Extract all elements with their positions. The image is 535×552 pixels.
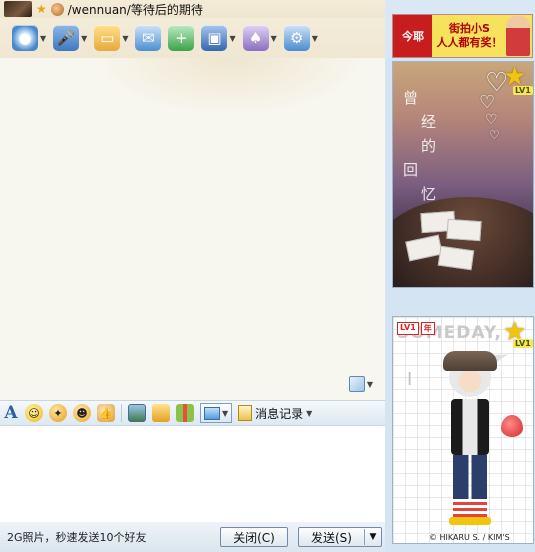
qqshow-poem: 曾 经 的 回 忆 [403,86,443,206]
send-options-chevron-icon[interactable]: ▼ [365,532,381,542]
chevron-down-icon[interactable]: ▼ [229,34,235,43]
font-icon[interactable]: A [3,403,19,423]
ad-text: 街拍小S 人人都有奖！ [433,22,506,50]
voice-call-button[interactable]: 🎤 ▼ [51,22,89,54]
bottom-bar: 2G照片，秒速发送10个好友 关闭(C) 发送(S) ▼ [0,522,385,552]
chevron-down-icon[interactable]: ▼ [312,34,318,43]
contact-avatar[interactable] [4,1,32,17]
close-button[interactable]: 关闭(C) [220,527,288,547]
chevron-down-icon[interactable]: ▼ [40,34,46,43]
ad-logo: 今耶 [402,30,424,43]
chevron-down-icon[interactable]: ▼ [122,34,128,43]
chevron-down-icon[interactable]: ▼ [367,380,373,389]
music-icon[interactable] [152,404,170,422]
poem-char: 曾 [403,89,419,107]
qqshow-card [446,218,482,242]
avatar-figure-hat [443,351,497,371]
message-history-button[interactable]: 消息记录 ▼ [238,405,312,422]
history-icon [238,405,253,421]
heart-icon: ♡ [479,92,496,113]
strawberry-icon [501,415,523,437]
send-button[interactable]: 发送(S) ▼ [298,527,382,547]
ad-banner[interactable]: 今耶 街拍小S 人人都有奖！ [392,14,533,58]
folder-icon: ▭ [94,25,121,51]
screenshot-button[interactable]: ▼ [200,403,233,423]
poem-char: 的 [421,137,437,155]
star-icon: ★ [36,2,47,16]
heart-icon: ♡ [485,112,498,128]
toolbar-divider [121,404,122,422]
qqshow-text: I [407,369,413,390]
chevron-down-icon[interactable]: ▼ [222,409,228,418]
avatar-figure-shoes [449,517,491,525]
poem-char: 回 [403,161,419,179]
history-background-decoration [90,58,370,118]
image-icon[interactable] [128,404,146,422]
title-bar: ★ /wennuan/等待后的期待 [0,0,385,18]
level-badge: LV1 [513,86,533,95]
microphone-icon: 🎤 [53,25,80,51]
shake-icon[interactable]: ☻ [73,404,91,422]
remote-assist-button[interactable]: ▣ ▼ [199,22,237,54]
level-tag: LV1 [397,322,419,335]
chevron-down-icon[interactable]: ▼ [306,409,312,418]
message-input[interactable] [0,426,385,522]
poem-char: 忆 [421,185,437,203]
level-badge: LV1 [513,339,533,348]
emoticon-icon[interactable]: ☺ [25,404,43,422]
settings-icon: ⚙ [283,25,310,51]
contact-status-icon [50,2,64,16]
apps-button[interactable]: ♠ ▼ [241,22,279,54]
apps-icon: ♠ [242,25,269,51]
message-icon: ✉ [135,25,162,51]
gift-icon[interactable] [176,404,194,422]
ad-figure-image [506,16,530,56]
year-tag: 年 [420,322,435,335]
ad-line1: 街拍小S [449,22,490,35]
message-history-label: 消息记录 [255,406,304,421]
qqshow-copyright: © HIKARU S. / KIM'S [429,533,510,542]
restore-layout-button[interactable]: ▼ [348,376,373,392]
avatar-figure-legs [453,455,487,499]
avatar-figure-body [451,399,489,455]
send-button-label: 发送(S) [311,530,352,545]
magic-emoticon-icon[interactable]: ✦ [49,404,67,422]
create-group-button[interactable]: + [166,22,196,54]
send-file-button[interactable]: ▭ ▼ [92,22,130,54]
heart-icon: ♡ [489,128,500,142]
webcam-icon: ● [12,25,38,51]
self-qqshow[interactable]: SOMEDAY, I LV1 年 ★ LV1 © HIKARU S. / KIM… [392,316,534,544]
video-call-button[interactable]: ● ▼ [10,22,48,54]
settings-button[interactable]: ⚙ ▼ [282,22,320,54]
qqshow-tags: LV1 年 [397,322,435,335]
add-group-icon: + [168,25,195,51]
chevron-down-icon[interactable]: ▼ [81,34,87,43]
promo-tip-link[interactable]: 2G照片，秒速发送10个好友 [7,529,220,545]
ad-line2: 人人都有奖！ [436,36,503,49]
contact-qqshow[interactable]: 曾 经 的 回 忆 ♡ ♡ ♡ ♡ ★ LV1 [392,61,534,288]
contact-title: /wennuan/等待后的期待 [67,2,203,17]
avatar-figure-socks [453,499,487,517]
screenshot-icon [204,406,220,420]
poem-char: 经 [421,113,437,131]
message-history[interactable]: ▼ [0,58,385,400]
remote-icon: ▣ [201,25,228,51]
thumbs-up-icon[interactable]: 👍 [97,404,115,422]
chat-toolbar: ● ▼ 🎤 ▼ ▭ ▼ ✉ + ▣ ▼ ♠ ▼ ⚙ ▼ [0,18,385,58]
resize-icon [348,376,365,392]
format-toolbar: A ☺ ✦ ☻ 👍 ▼ 消息记录 ▼ [0,400,385,426]
send-sms-button[interactable]: ✉ [133,22,163,54]
chevron-down-icon[interactable]: ▼ [271,34,277,43]
